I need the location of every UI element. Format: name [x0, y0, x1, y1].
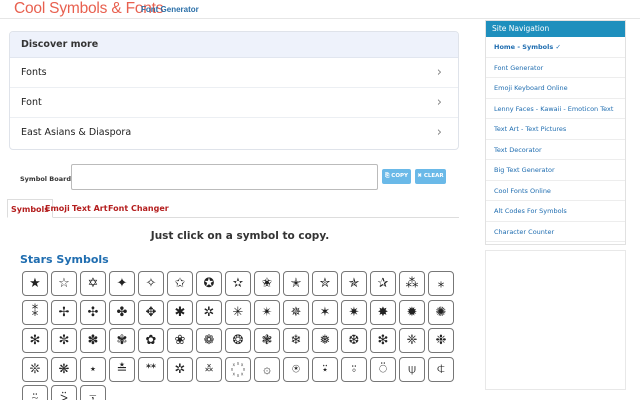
symbol-cell[interactable]: ❂	[225, 328, 251, 353]
discover-more-heading: Discover more	[10, 32, 458, 58]
nav-item-alt-codes[interactable]: Alt Codes For Symbols	[486, 201, 625, 222]
chevron-right-icon: ›	[436, 65, 442, 80]
symbol-cell[interactable]: ✭	[283, 271, 309, 296]
nav-item-text-art[interactable]: Text Art - Text Pictures	[486, 119, 625, 140]
symbol-cell[interactable]: ❀	[167, 328, 193, 353]
chevron-right-icon: ›	[436, 125, 442, 140]
symbol-cell[interactable]: ★	[22, 271, 48, 296]
discover-item-label: Fonts	[21, 67, 47, 78]
nav-item-cool-fonts[interactable]: Cool Fonts Online	[486, 181, 625, 201]
symbol-cell[interactable]: ⍟	[283, 356, 309, 382]
symbol-cell[interactable]: ✲	[167, 356, 193, 382]
symbol-cell[interactable]: ꙰	[225, 356, 251, 382]
symbol-cell[interactable]: ✫	[225, 271, 251, 296]
copy-button[interactable]: ⎘ COPY	[382, 169, 411, 184]
category-tabs: Symbols Emoji Text Art Font Changer	[7, 199, 459, 218]
symbol-cell[interactable]: ۞	[254, 356, 280, 382]
site-navigation-heading: Site Navigation	[486, 21, 625, 37]
copy-hint: Just click on a symbol to copy.	[150, 230, 330, 242]
nav-item-lenny-faces[interactable]: Lenny Faces - Kawaii - Emoticon Text	[486, 99, 625, 119]
discover-item-east-asians[interactable]: East Asians & Diaspora ›	[10, 118, 458, 148]
site-navigation: Site Navigation Home - Symbols ✓ Font Ge…	[485, 20, 626, 245]
symbol-cell[interactable]: ⍣	[312, 356, 338, 382]
symbol-cell[interactable]: ❃	[254, 328, 280, 353]
discover-more-panel: Discover more Fonts › Font › East Asians…	[9, 31, 459, 150]
symbol-cell[interactable]: ✷	[341, 299, 367, 325]
nav-item-big-text[interactable]: Big Text Generator	[486, 160, 625, 181]
symbol-cell[interactable]: ⍨	[22, 385, 48, 400]
symbol-cell[interactable]: ❈	[399, 328, 425, 353]
symbol-cell[interactable]: ✤	[109, 299, 135, 325]
symbol-cell[interactable]: ✳	[225, 299, 251, 325]
symbol-cell[interactable]: ࿏	[196, 356, 222, 382]
symbol-cell[interactable]: ✥	[138, 299, 164, 325]
tab-font-changer[interactable]: Font Changer	[105, 199, 172, 218]
symbol-cell[interactable]: ✵	[283, 299, 309, 325]
symbol-board-label: Symbol Board	[20, 175, 71, 183]
symbol-cell[interactable]: ✺	[428, 299, 454, 325]
symbol-cell[interactable]: ☆	[51, 271, 77, 296]
sidebar-lower-panel	[485, 250, 626, 390]
symbol-cell[interactable]: ✼	[51, 328, 77, 353]
symbol-cell[interactable]: ✰	[370, 271, 396, 296]
symbol-cell[interactable]: ᕯ	[138, 356, 164, 382]
symbol-cell[interactable]: ❋	[51, 356, 77, 382]
symbol-cell[interactable]: ✯	[341, 271, 367, 296]
nav-item-text-decorator[interactable]: Text Decorator	[486, 140, 625, 160]
symbol-board-input[interactable]	[71, 164, 378, 190]
nav-item-character-counter[interactable]: Character Counter	[486, 222, 625, 242]
symbol-cell[interactable]: ⍩	[51, 385, 77, 400]
symbol-cell[interactable]: ✪	[196, 271, 222, 296]
font-generator-link[interactable]: Font Generator	[141, 5, 199, 14]
section-title-stars: Stars Symbols	[20, 253, 109, 266]
symbol-cell[interactable]: ✴	[254, 299, 280, 325]
symbol-cell[interactable]: ≛	[109, 356, 135, 382]
symbol-cell[interactable]: ✾	[109, 328, 135, 353]
symbol-cell[interactable]: ✻	[22, 328, 48, 353]
symbol-cell[interactable]: ✸	[370, 299, 396, 325]
discover-item-fonts[interactable]: Fonts ›	[10, 58, 458, 88]
symbol-cell[interactable]: ⍦	[399, 356, 425, 382]
symbol-cell[interactable]: ✧	[138, 271, 164, 296]
symbol-cell[interactable]: ✿	[138, 328, 164, 353]
symbol-cell[interactable]: ❆	[341, 328, 367, 353]
nav-item-font-generator[interactable]: Font Generator	[486, 58, 625, 78]
symbol-cell[interactable]: ⋆	[80, 356, 106, 382]
symbol-cell[interactable]: ❄	[283, 328, 309, 353]
symbol-cell[interactable]: ⍤	[341, 356, 367, 382]
symbol-cell[interactable]: ❊	[22, 356, 48, 382]
symbol-cell[interactable]: ✬	[254, 271, 280, 296]
symbol-cell[interactable]: ✢	[51, 299, 77, 325]
symbol-cell[interactable]: ✮	[312, 271, 338, 296]
top-bar: Cool Symbols & Fonts Font Generator	[0, 0, 640, 19]
symbol-cell[interactable]: ✱	[167, 299, 193, 325]
symbol-cell[interactable]: ❅	[312, 328, 338, 353]
symbol-cell[interactable]: ⁂	[399, 271, 425, 296]
symbol-cell[interactable]: ✽	[80, 328, 106, 353]
symbol-cell[interactable]: ✦	[109, 271, 135, 296]
symbol-cell[interactable]: ❁	[196, 328, 222, 353]
symbol-cell[interactable]: ❉	[428, 328, 454, 353]
discover-item-label: East Asians & Diaspora	[21, 127, 132, 138]
symbol-cell[interactable]: ⍥	[370, 356, 396, 382]
symbol-cell[interactable]: ✡	[80, 271, 106, 296]
symbol-cell[interactable]: ⍪	[80, 385, 106, 400]
clear-button[interactable]: ✖ CLEAR	[415, 169, 446, 184]
symbol-cell[interactable]: ✹	[399, 299, 425, 325]
discover-item-label: Font	[21, 97, 42, 108]
symbol-cell[interactable]: ❇	[370, 328, 396, 353]
symbol-cell[interactable]: ⁑	[22, 299, 48, 325]
discover-item-font[interactable]: Font ›	[10, 88, 458, 118]
symbol-cell[interactable]: ✩	[167, 271, 193, 296]
symbol-cell[interactable]: ⁎	[428, 271, 454, 296]
symbol-cell[interactable]: ✶	[312, 299, 338, 325]
nav-item-emoji-keyboard[interactable]: Emoji Keyboard Online	[486, 78, 625, 99]
chevron-right-icon: ›	[436, 95, 442, 110]
symbol-cell[interactable]: ⍧	[428, 356, 454, 382]
symbol-cell[interactable]: ✲	[196, 299, 222, 325]
symbol-cell[interactable]: ✣	[80, 299, 106, 325]
nav-item-home[interactable]: Home - Symbols ✓	[486, 37, 625, 58]
